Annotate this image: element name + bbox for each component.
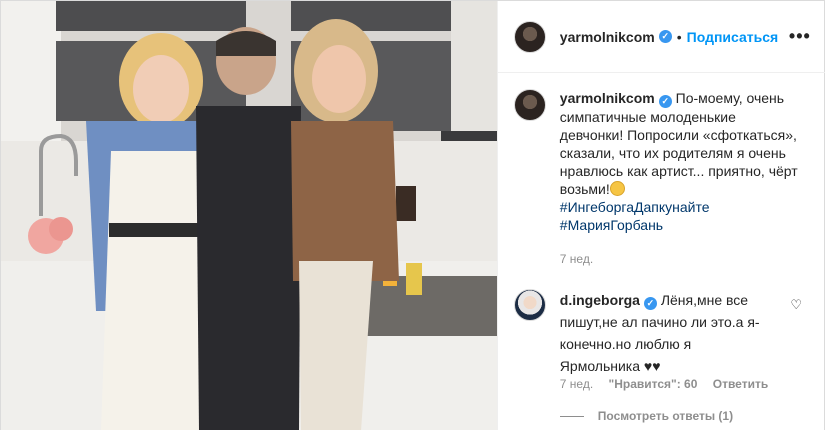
more-options-icon[interactable]: ••• — [789, 26, 811, 47]
caption-line: девчонки! Попросили «сфоткаться», — [559, 127, 797, 143]
post-frame: yarmolnikcom ✓ • Подписаться ••• yarmoln… — [0, 0, 825, 430]
comment-meta: 7 нед. "Нравится": 60 Ответить — [560, 377, 780, 391]
commenter-avatar[interactable] — [513, 289, 546, 321]
caption-line: сказали, что их родителям я очень — [559, 145, 786, 161]
caption-author-avatar[interactable] — [513, 89, 546, 121]
replies-divider-line — [559, 415, 584, 417]
post-header: yarmolnikcom ✓ • Подписаться ••• — [497, 1, 825, 73]
view-replies-label: Посмотреть ответы (1) — [597, 409, 734, 423]
separator-dot: • — [676, 28, 682, 45]
verified-badge-icon: ✓ — [658, 30, 672, 43]
kitchen-group-photo — [1, 1, 497, 430]
comment-text: d.ingeborga ✓ Лёня,мне все пишут,не ал па… — [560, 289, 780, 377]
verified-badge-icon: ✓ — [643, 297, 657, 310]
caption-line: По-моему, очень — [675, 90, 785, 106]
heart-icon[interactable]: ♡ — [790, 297, 802, 313]
follow-button[interactable]: Подписаться — [687, 29, 779, 45]
comment-item: d.ingeborga ✓ Лёня,мне все пишут,не ал па… — [513, 289, 814, 377]
commenter-username[interactable]: d.ingeborga — [560, 292, 640, 308]
verified-badge-icon: ✓ — [658, 95, 672, 108]
smiling-face-icon — [609, 181, 625, 196]
caption-timestamp[interactable]: 7 нед. — [560, 252, 593, 266]
comment-line: Ярмольника ♥♥ — [559, 358, 661, 374]
caption-line: возьми! — [559, 181, 610, 197]
reply-button[interactable]: Ответить — [713, 377, 768, 391]
post-details-panel: yarmolnikcom ✓ • Подписаться ••• yarmoln… — [496, 1, 825, 430]
comment-line: Лёня,мне все — [660, 292, 749, 308]
post-caption: yarmolnikcom ✓ По-моему, очень симпатичны… — [513, 89, 814, 234]
author-username[interactable]: yarmolnikcom — [560, 29, 655, 45]
comment-line: конечно.но люблю я — [559, 336, 692, 352]
author-avatar[interactable] — [513, 20, 546, 53]
caption-username[interactable]: yarmolnikcom — [560, 90, 655, 106]
hashtag-link[interactable]: #ИнгеборгаДапкунайте — [560, 198, 814, 216]
comment-likes-count[interactable]: "Нравится": 60 — [609, 377, 698, 391]
comment-timestamp[interactable]: 7 нед. — [560, 377, 593, 391]
caption-line: нравлюсь как артист... приятно, чёрт — [559, 163, 798, 179]
hashtag-link[interactable]: #МарияГорбань — [560, 216, 814, 234]
comment-line: пишут,не ал пачино ли это.а я- — [559, 314, 760, 330]
caption-text: yarmolnikcom ✓ По-моему, очень симпатичны… — [560, 89, 814, 234]
caption-line: симпатичные молоденькие — [559, 109, 736, 125]
post-photo[interactable] — [1, 1, 497, 430]
view-replies-button[interactable]: Посмотреть ответы (1) — [559, 409, 734, 423]
